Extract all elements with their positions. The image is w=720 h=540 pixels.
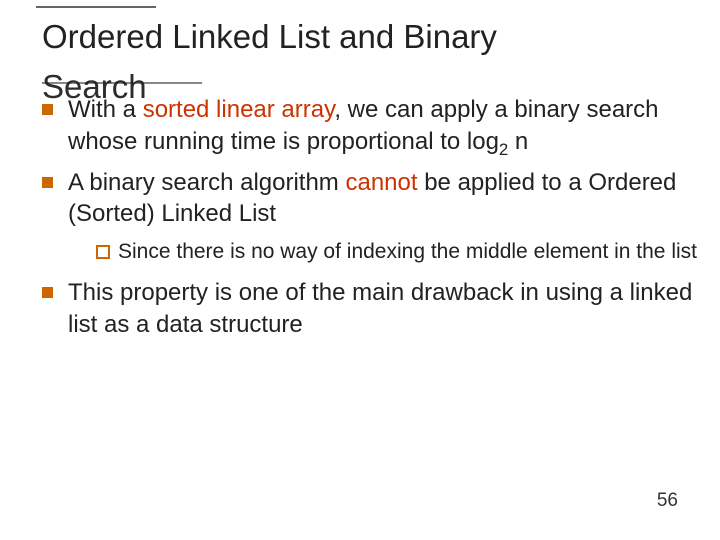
bullet-list: With a sorted linear array, we can apply…: [42, 94, 702, 341]
sub-bullet-item: Since there is no way of indexing the mi…: [96, 238, 702, 265]
bullet-item: A binary search algorithm cannot be appl…: [42, 167, 702, 266]
slide: Ordered Linked List and Binary Search Wi…: [0, 0, 720, 540]
page-number: 56: [657, 490, 678, 512]
subscript: 2: [499, 139, 508, 158]
highlight-text: cannot: [345, 169, 417, 196]
bullet-item: This property is one of the main drawbac…: [42, 277, 702, 340]
sub-bullet-list: Since there is no way of indexing the mi…: [96, 238, 702, 265]
slide-title-line1: Ordered Linked List and Binary: [42, 18, 702, 56]
slide-title-line2: Search: [42, 68, 147, 106]
highlight-text: sorted linear array: [143, 96, 335, 123]
text: n: [508, 128, 528, 155]
decorative-rule-top: [36, 6, 156, 8]
text: A binary search algorithm: [68, 169, 345, 196]
slide-content: With a sorted linear array, we can apply…: [42, 94, 702, 341]
